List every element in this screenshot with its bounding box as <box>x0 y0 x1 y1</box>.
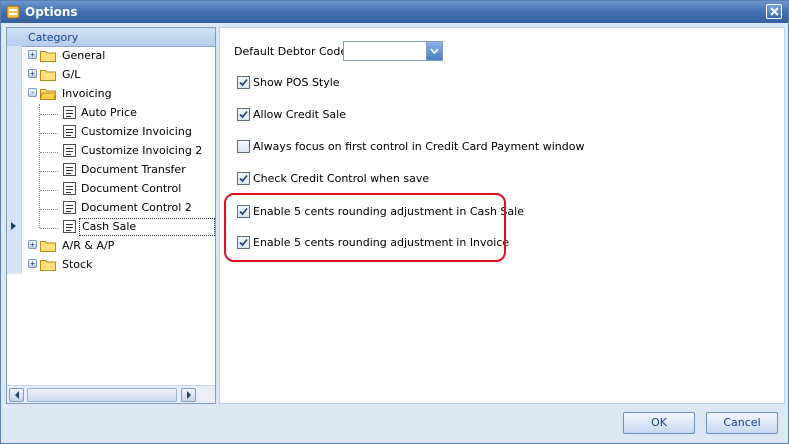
tree-item-auto-price[interactable]: Auto Price <box>7 103 215 122</box>
dropdown-button[interactable] <box>426 42 442 60</box>
allow-credit-sale-checkbox[interactable] <box>237 108 250 121</box>
folder-icon <box>40 70 56 81</box>
app-icon <box>6 5 20 19</box>
row-indicator <box>7 65 22 84</box>
cancel-button[interactable]: Cancel <box>706 412 778 434</box>
window-title: Options <box>25 5 78 19</box>
check-credit-control-checkbox[interactable] <box>237 172 250 185</box>
tree-item-label: Auto Price <box>81 106 137 119</box>
tree-item-label: General <box>62 49 106 62</box>
expand-icon[interactable]: + <box>28 69 37 78</box>
expand-icon[interactable]: + <box>28 50 37 59</box>
document-icon <box>63 144 76 157</box>
tree-item-label: G/L <box>62 68 81 81</box>
always-focus-label[interactable]: Always focus on first control in Credit … <box>253 140 584 153</box>
row-indicator <box>7 103 22 122</box>
tree-item-customize-invoicing[interactable]: Customize Invoicing <box>7 122 215 141</box>
tree-item-document-control[interactable]: Document Control <box>7 179 215 198</box>
scroll-left-button[interactable] <box>9 388 24 402</box>
tree-item-label: Customize Invoicing 2 <box>81 144 203 157</box>
tree-item-ar-ap[interactable]: + A/R & A/P <box>7 236 215 255</box>
checkmark-icon <box>239 78 248 87</box>
check-credit-control-label[interactable]: Check Credit Control when save <box>253 172 429 185</box>
document-icon <box>63 201 76 214</box>
row-indicator <box>7 141 22 160</box>
expand-icon[interactable]: + <box>28 240 37 249</box>
tree-item-cash-sale[interactable]: Cash Sale <box>7 217 215 236</box>
folder-icon <box>40 51 56 62</box>
close-button[interactable] <box>766 4 782 19</box>
tree-item-invoicing[interactable]: - Invoicing <box>7 84 215 103</box>
category-tree[interactable]: Category + General + G/L - Invoicing Aut… <box>6 27 216 404</box>
row-indicator <box>7 122 22 141</box>
show-pos-style-checkbox[interactable] <box>237 76 250 89</box>
document-icon <box>63 182 76 195</box>
document-icon <box>63 106 76 119</box>
tree-item-customize-invoicing-2[interactable]: Customize Invoicing 2 <box>7 141 215 160</box>
tree-item-label: Stock <box>62 258 93 271</box>
tree-item-label: A/R & A/P <box>62 239 115 252</box>
row-indicator <box>7 84 22 103</box>
tree-item-label: Invoicing <box>62 87 112 100</box>
current-row-arrow-icon <box>11 222 16 230</box>
row-indicator <box>7 160 22 179</box>
highlight-annotation <box>224 193 506 262</box>
document-icon <box>63 125 76 138</box>
chevron-down-icon <box>430 48 439 54</box>
row-indicator <box>7 198 22 217</box>
title-bar[interactable]: Options <box>1 1 788 23</box>
tree-header[interactable]: Category <box>7 28 215 47</box>
arrow-left-icon <box>15 391 19 399</box>
tree-item-label: Customize Invoicing <box>81 125 192 138</box>
close-icon <box>770 7 779 16</box>
arrow-right-icon <box>187 391 191 399</box>
show-pos-style-label[interactable]: Show POS Style <box>253 76 340 89</box>
tree-item-label: Document Control 2 <box>81 201 192 214</box>
tree-item-label: Cash Sale <box>79 218 215 236</box>
expand-icon[interactable]: + <box>28 259 37 268</box>
tree-item-label: Document Control <box>81 182 182 195</box>
tree-header-label: Category <box>28 31 79 44</box>
horizontal-scrollbar[interactable] <box>7 385 215 403</box>
scroll-right-button[interactable] <box>181 388 196 402</box>
tree-item-label: Document Transfer <box>81 163 186 176</box>
document-icon <box>63 163 76 176</box>
scroll-thumb[interactable] <box>27 388 177 402</box>
row-indicator <box>7 236 22 255</box>
tree-item-document-transfer[interactable]: Document Transfer <box>7 160 215 179</box>
row-indicator <box>7 255 22 274</box>
options-window: Options Category + General + G/L - Invoi… <box>0 0 789 444</box>
row-indicator <box>7 179 22 198</box>
tree-item-general[interactable]: + General <box>7 46 215 65</box>
ok-button[interactable]: OK <box>623 412 695 434</box>
row-indicator <box>7 217 22 236</box>
collapse-icon[interactable]: - <box>28 88 37 97</box>
debtor-code-label: Default Debtor Code: <box>234 45 351 58</box>
folder-open-icon <box>40 89 56 100</box>
tree-item-gl[interactable]: + G/L <box>7 65 215 84</box>
checkmark-icon <box>239 110 248 119</box>
tree-item-stock[interactable]: + Stock <box>7 255 215 274</box>
checkmark-icon <box>239 174 248 183</box>
tree-item-document-control-2[interactable]: Document Control 2 <box>7 198 215 217</box>
document-icon <box>63 220 76 233</box>
allow-credit-sale-label[interactable]: Allow Credit Sale <box>253 108 346 121</box>
always-focus-checkbox[interactable] <box>237 140 250 153</box>
row-indicator <box>7 46 22 65</box>
debtor-code-dropdown[interactable] <box>343 41 443 61</box>
folder-icon <box>40 241 56 252</box>
folder-icon <box>40 260 56 271</box>
